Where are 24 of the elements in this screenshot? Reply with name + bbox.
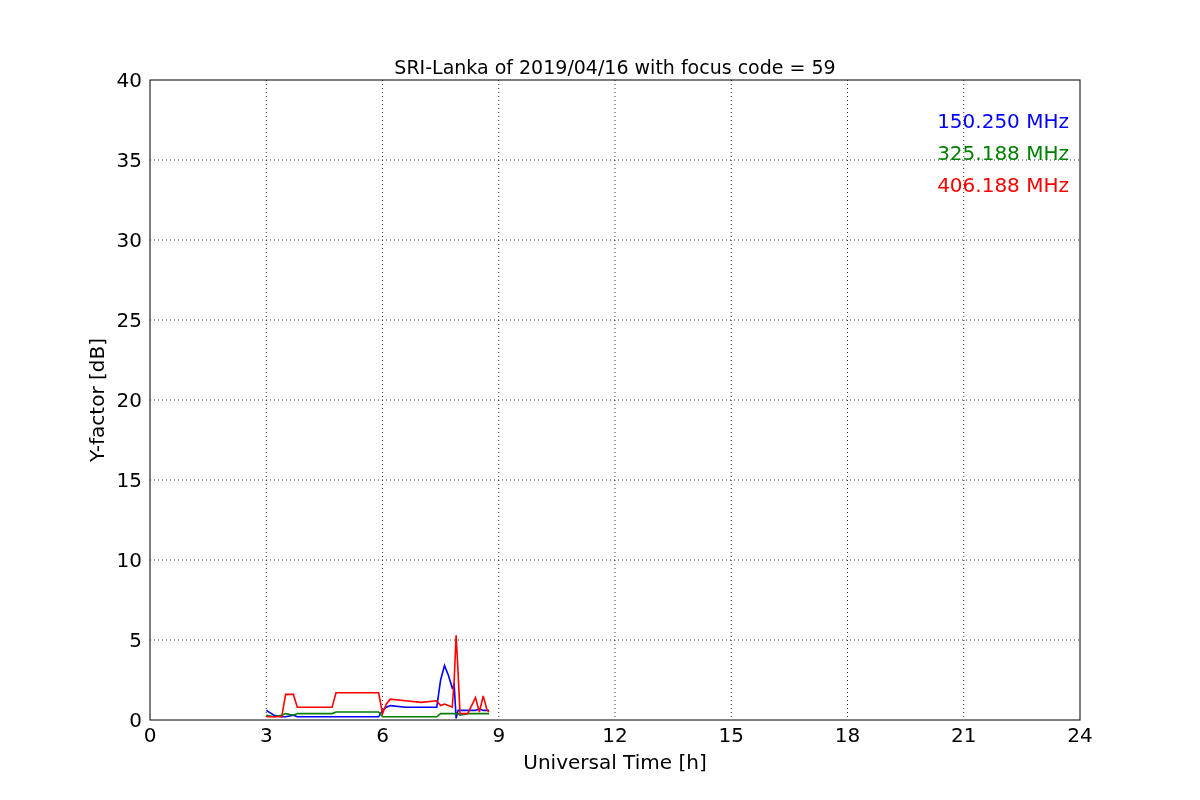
legend-label: 325.188 MHz [937, 141, 1069, 165]
x-axis-label: Universal Time [h] [523, 750, 707, 774]
x-tick-label: 24 [1067, 723, 1093, 747]
x-tick-label: 18 [834, 723, 861, 747]
y-tick-label: 15 [116, 468, 142, 492]
y-tick-label: 0 [129, 708, 142, 732]
chart-title: SRI-Lanka of 2019/04/16 with focus code = 59 [394, 56, 836, 78]
legend-label: 150.250 MHz [937, 109, 1069, 133]
y-tick-label: 25 [116, 308, 142, 332]
legend-label: 406.188 MHz [937, 173, 1069, 197]
y-tick-label: 20 [116, 388, 142, 412]
x-tick-label: 3 [259, 723, 273, 747]
x-tick-label: 9 [492, 723, 506, 747]
y-tick-label: 10 [116, 548, 142, 572]
y-axis-label: Y-factor [dB] [85, 338, 109, 462]
x-tick-label: 15 [718, 723, 744, 747]
x-tick-label: 12 [602, 723, 628, 747]
x-tick-label: 6 [376, 723, 389, 747]
y-tick-label: 5 [129, 628, 142, 652]
y-tick-label: 40 [116, 68, 142, 92]
y-tick-label: 30 [116, 228, 142, 252]
x-tick-label: 0 [143, 723, 157, 747]
x-tick-label: 21 [951, 723, 977, 747]
y-tick-label: 35 [116, 148, 142, 172]
